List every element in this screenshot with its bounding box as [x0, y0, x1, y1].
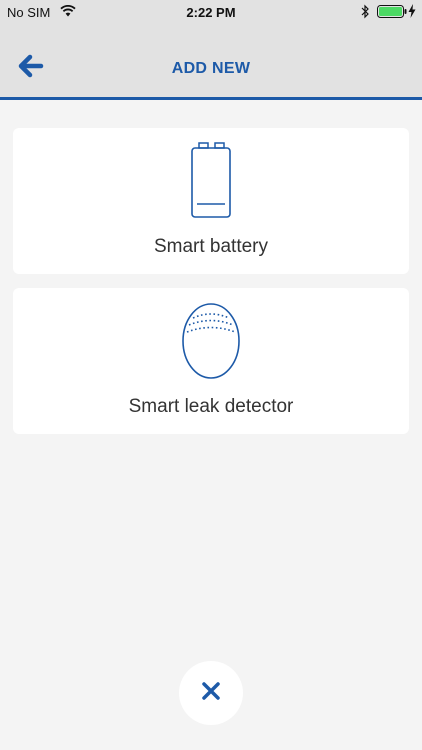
bluetooth-icon — [361, 4, 370, 22]
status-bar: No SIM 2:22 PM — [0, 0, 422, 25]
device-label: Smart battery — [153, 236, 269, 257]
battery-icon — [377, 5, 407, 21]
device-card-smart-battery[interactable]: Smart battery — [13, 128, 409, 274]
page-title: ADD NEW — [171, 60, 251, 77]
device-label: Smart leak detector — [128, 396, 294, 417]
device-card-smart-leak-detector[interactable]: Smart leak detector — [13, 288, 409, 434]
close-icon — [202, 681, 220, 705]
close-button[interactable] — [179, 661, 243, 725]
leak-detector-icon — [13, 302, 409, 380]
clock-time: 2:22 PM — [186, 5, 236, 20]
battery-device-icon — [13, 142, 409, 220]
charging-icon — [408, 4, 416, 21]
header-bar: ADD NEW — [0, 25, 422, 100]
screen: No SIM 2:22 PM ADD NEW Smart battery Sma… — [0, 0, 422, 750]
